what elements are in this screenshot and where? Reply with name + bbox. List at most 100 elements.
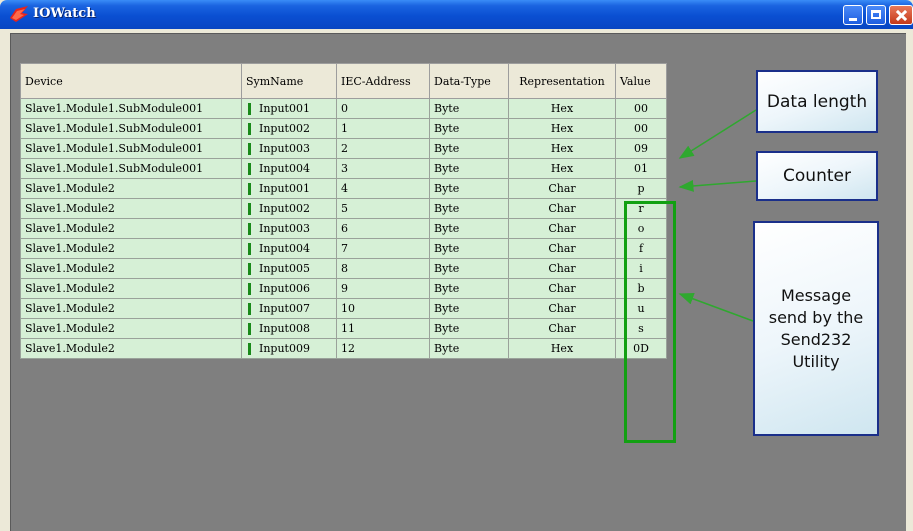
cell-symname[interactable]: Input003 [241, 138, 337, 159]
cell-device[interactable]: Slave1.Module2 [20, 298, 242, 319]
cell-data-type[interactable]: Byte [429, 158, 509, 179]
cell-symname[interactable]: Input004 [241, 158, 337, 179]
cell-representation[interactable]: Hex [508, 138, 616, 159]
cell-representation[interactable]: Char [508, 278, 616, 299]
cell-value[interactable]: s [615, 318, 667, 339]
cell-iec-address[interactable]: 6 [336, 218, 430, 239]
column-header-data-type[interactable]: Data-Type [429, 63, 509, 99]
cell-iec-address[interactable]: 12 [336, 338, 430, 359]
table-row[interactable]: Slave1.Module1.SubModule001 Input001 0 Byte… [20, 98, 667, 119]
cell-iec-address[interactable]: 3 [336, 158, 430, 179]
cell-data-type[interactable]: Byte [429, 218, 509, 239]
cell-representation[interactable]: Char [508, 298, 616, 319]
cell-symname[interactable]: Input006 [241, 278, 337, 299]
cell-iec-address[interactable]: 11 [336, 318, 430, 339]
cell-value[interactable]: 09 [615, 138, 667, 159]
cell-value[interactable]: 01 [615, 158, 667, 179]
table-row[interactable]: Slave1.Module2 Input008 11 Byte Char s [20, 318, 667, 339]
cell-symname[interactable]: Input002 [241, 118, 337, 139]
table-row[interactable]: Slave1.Module2 Input005 8 Byte Char i [20, 258, 667, 279]
cell-symname[interactable]: Input008 [241, 318, 337, 339]
cell-symname[interactable]: Input001 [241, 178, 337, 199]
cell-representation[interactable]: Hex [508, 158, 616, 179]
column-header-value[interactable]: Value [615, 63, 667, 99]
cell-value[interactable]: o [615, 218, 667, 239]
column-header-iec-address[interactable]: IEC-Address [336, 63, 430, 99]
cell-value[interactable]: b [615, 278, 667, 299]
table-row[interactable]: Slave1.Module1.SubModule001 Input004 3 Byte… [20, 158, 667, 179]
cell-data-type[interactable]: Byte [429, 178, 509, 199]
column-header-representation[interactable]: Representation [508, 63, 616, 99]
cell-representation[interactable]: Char [508, 178, 616, 199]
table-row[interactable]: Slave1.Module2 Input003 6 Byte Char o [20, 218, 667, 239]
cell-data-type[interactable]: Byte [429, 238, 509, 259]
cell-value[interactable]: 00 [615, 118, 667, 139]
cell-iec-address[interactable]: 5 [336, 198, 430, 219]
title-bar[interactable]: IOWatch [0, 0, 913, 29]
cell-data-type[interactable]: Byte [429, 118, 509, 139]
cell-data-type[interactable]: Byte [429, 338, 509, 359]
cell-representation[interactable]: Char [508, 238, 616, 259]
cell-iec-address[interactable]: 8 [336, 258, 430, 279]
cell-representation[interactable]: Char [508, 218, 616, 239]
cell-symname[interactable]: Input001 [241, 98, 337, 119]
cell-value[interactable]: u [615, 298, 667, 319]
cell-device[interactable]: Slave1.Module1.SubModule001 [20, 158, 242, 179]
cell-device[interactable]: Slave1.Module2 [20, 278, 242, 299]
close-button[interactable] [889, 5, 913, 25]
cell-device[interactable]: Slave1.Module1.SubModule001 [20, 98, 242, 119]
cell-device[interactable]: Slave1.Module2 [20, 198, 242, 219]
cell-representation[interactable]: Hex [508, 338, 616, 359]
cell-data-type[interactable]: Byte [429, 138, 509, 159]
cell-value[interactable]: f [615, 238, 667, 259]
column-header-device[interactable]: Device [20, 63, 242, 99]
cell-data-type[interactable]: Byte [429, 258, 509, 279]
cell-iec-address[interactable]: 2 [336, 138, 430, 159]
table-row[interactable]: Slave1.Module2 Input007 10 Byte Char u [20, 298, 667, 319]
cell-symname[interactable]: Input007 [241, 298, 337, 319]
cell-representation[interactable]: Char [508, 198, 616, 219]
cell-device[interactable]: Slave1.Module2 [20, 218, 242, 239]
cell-symname[interactable]: Input004 [241, 238, 337, 259]
table-row[interactable]: Slave1.Module1.SubModule001 Input002 1 Byte… [20, 118, 667, 139]
cell-iec-address[interactable]: 10 [336, 298, 430, 319]
cell-data-type[interactable]: Byte [429, 278, 509, 299]
cell-value[interactable]: r [615, 198, 667, 219]
cell-data-type[interactable]: Byte [429, 198, 509, 219]
cell-device[interactable]: Slave1.Module2 [20, 178, 242, 199]
cell-iec-address[interactable]: 4 [336, 178, 430, 199]
column-header-symname[interactable]: SymName [241, 63, 337, 99]
cell-data-type[interactable]: Byte [429, 298, 509, 319]
cell-representation[interactable]: Hex [508, 118, 616, 139]
cell-device[interactable]: Slave1.Module2 [20, 338, 242, 359]
cell-device[interactable]: Slave1.Module2 [20, 238, 242, 259]
cell-symname[interactable]: Input003 [241, 218, 337, 239]
cell-value[interactable]: p [615, 178, 667, 199]
cell-value[interactable]: 0D [615, 338, 667, 359]
cell-symname[interactable]: Input009 [241, 338, 337, 359]
cell-iec-address[interactable]: 1 [336, 118, 430, 139]
table-row[interactable]: Slave1.Module2 Input006 9 Byte Char b [20, 278, 667, 299]
cell-iec-address[interactable]: 9 [336, 278, 430, 299]
cell-device[interactable]: Slave1.Module1.SubModule001 [20, 138, 242, 159]
maximize-button[interactable] [866, 5, 886, 25]
cell-symname[interactable]: Input005 [241, 258, 337, 279]
cell-device[interactable]: Slave1.Module2 [20, 258, 242, 279]
cell-device[interactable]: Slave1.Module1.SubModule001 [20, 118, 242, 139]
table-row[interactable]: Slave1.Module2 Input004 7 Byte Char f [20, 238, 667, 259]
table-row[interactable]: Slave1.Module1.SubModule001 Input003 2 Byte… [20, 138, 667, 159]
cell-value[interactable]: i [615, 258, 667, 279]
cell-representation[interactable]: Char [508, 318, 616, 339]
cell-data-type[interactable]: Byte [429, 318, 509, 339]
cell-representation[interactable]: Char [508, 258, 616, 279]
cell-device[interactable]: Slave1.Module2 [20, 318, 242, 339]
cell-iec-address[interactable]: 0 [336, 98, 430, 119]
table-row[interactable]: Slave1.Module2 Input009 12 Byte Hex 0D [20, 338, 667, 359]
cell-iec-address[interactable]: 7 [336, 238, 430, 259]
table-row[interactable]: Slave1.Module2 Input001 4 Byte Char p [20, 178, 667, 199]
table-row[interactable]: Slave1.Module2 Input002 5 Byte Char r [20, 198, 667, 219]
cell-value[interactable]: 00 [615, 98, 667, 119]
cell-representation[interactable]: Hex [508, 98, 616, 119]
cell-data-type[interactable]: Byte [429, 98, 509, 119]
minimize-button[interactable] [843, 5, 863, 25]
